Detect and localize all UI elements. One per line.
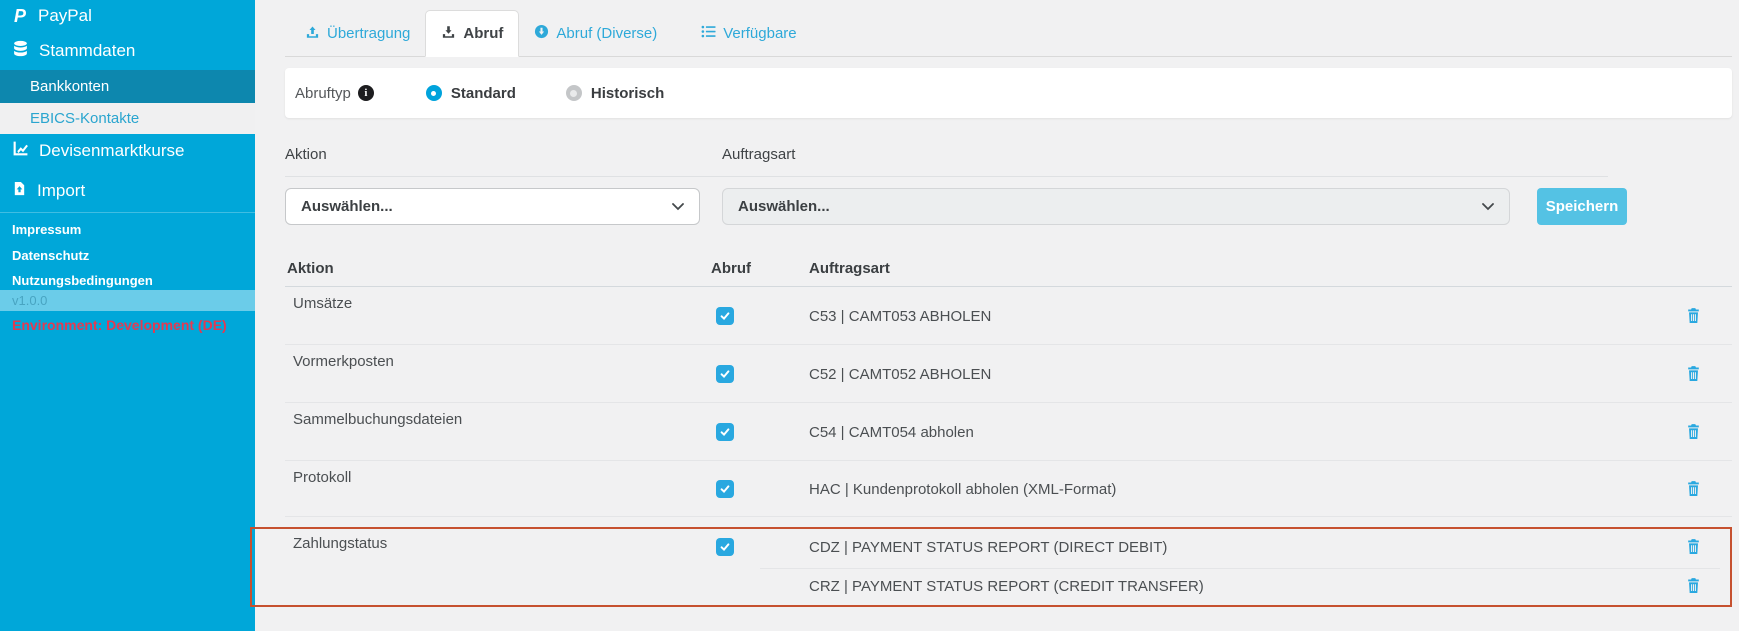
- tab-label: Abruf (Diverse): [556, 25, 657, 42]
- select-value: Auswählen...: [301, 198, 393, 215]
- check-icon: [719, 368, 731, 380]
- table-header: Aktion Abruf Auftragsart: [285, 252, 1732, 287]
- tab-label: Verfügbare: [723, 25, 796, 42]
- radio-historisch[interactable]: Historisch: [566, 85, 664, 102]
- trash-icon[interactable]: [1685, 423, 1702, 440]
- auftragsart-select[interactable]: Auswählen...: [722, 188, 1510, 225]
- section-divider: [285, 176, 1608, 177]
- paypal-icon: P: [12, 7, 28, 25]
- upload-icon: [305, 24, 320, 43]
- aktion-select[interactable]: Auswählen...: [285, 188, 700, 225]
- chart-line-icon: [12, 140, 29, 162]
- abruf-checkbox[interactable]: [716, 423, 734, 441]
- tab-label: Abruf: [463, 25, 503, 42]
- sidebar-item-label: PayPal: [38, 6, 92, 26]
- auftragsart-section-label: Auftragsart: [722, 146, 795, 163]
- abruftyp-card: Abruftyp i Standard Historisch: [285, 68, 1732, 118]
- column-header-aktion: Aktion: [287, 260, 334, 277]
- abruf-checkbox[interactable]: [716, 538, 734, 556]
- trash-icon[interactable]: [1685, 577, 1702, 594]
- sidebar-item-devisenmarktkurse[interactable]: Devisenmarktkurse: [12, 140, 185, 162]
- radio-label: Standard: [451, 85, 516, 102]
- table-row-vormerkposten: Vormerkposten C52 | CAMT052 ABHOLEN: [285, 345, 1732, 403]
- download-icon: [441, 24, 456, 43]
- tab-abruf-diverse[interactable]: Abruf (Diverse): [519, 11, 672, 56]
- version-label: v1.0.0: [12, 293, 47, 308]
- row-aktion-label: Protokoll: [293, 469, 351, 486]
- tab-bar: Übertragung Abruf Abruf (Diverse) Verfüg…: [285, 10, 1732, 57]
- sidebar-item-paypal[interactable]: P PayPal: [12, 6, 92, 26]
- sidebar-item-import[interactable]: Import: [12, 180, 85, 202]
- info-icon[interactable]: i: [358, 85, 374, 101]
- tab-verfuegbare[interactable]: Verfügbare: [686, 11, 811, 56]
- file-import-icon: [12, 180, 27, 202]
- tab-label: Übertragung: [327, 25, 410, 42]
- app-root: P PayPal Stammdaten Bankkonten EBICS-Kon…: [0, 0, 1739, 631]
- sidebar-item-label: Import: [37, 181, 85, 201]
- order-type-text: C54 | CAMT054 abholen: [809, 424, 974, 441]
- trash-icon[interactable]: [1685, 480, 1702, 497]
- select-value: Auswählen...: [738, 198, 830, 215]
- row-aktion-label: Vormerkposten: [293, 353, 394, 370]
- sidebar: P PayPal Stammdaten Bankkonten EBICS-Kon…: [0, 0, 255, 631]
- column-header-abruf: Abruf: [711, 260, 751, 277]
- table-row-zahlungstatus: Zahlungstatus CDZ | PAYMENT STATUS REPOR…: [285, 517, 1732, 607]
- order-type-text: C52 | CAMT052 ABHOLEN: [809, 366, 991, 383]
- order-type-text: C53 | CAMT053 ABHOLEN: [809, 308, 991, 325]
- check-icon: [719, 310, 731, 322]
- circle-down-icon: [534, 24, 549, 43]
- sidebar-link-impressum[interactable]: Impressum: [12, 222, 81, 237]
- sidebar-link-datenschutz[interactable]: Datenschutz: [12, 248, 89, 263]
- sidebar-item-label: Bankkonten: [30, 78, 109, 95]
- radio-unselected-icon[interactable]: [566, 85, 582, 101]
- trash-icon[interactable]: [1685, 365, 1702, 382]
- abruf-checkbox[interactable]: [716, 307, 734, 325]
- order-type-text: HAC | Kundenprotokoll abholen (XML-Forma…: [809, 481, 1116, 498]
- list-icon: [701, 24, 716, 43]
- check-icon: [719, 483, 731, 495]
- database-icon: [12, 40, 29, 62]
- radio-standard[interactable]: Standard: [426, 85, 516, 102]
- abruf-checkbox[interactable]: [716, 365, 734, 383]
- trash-icon[interactable]: [1685, 538, 1702, 555]
- order-type-text: CRZ | PAYMENT STATUS REPORT (CREDIT TRAN…: [809, 578, 1204, 595]
- trash-icon[interactable]: [1685, 307, 1702, 324]
- order-divider: [760, 568, 1720, 569]
- sidebar-item-label: Devisenmarktkurse: [39, 141, 185, 161]
- abruftyp-label: Abruftyp: [295, 85, 351, 102]
- order-type-text: CDZ | PAYMENT STATUS REPORT (DIRECT DEBI…: [809, 539, 1167, 556]
- aktion-section-label: Aktion: [285, 146, 327, 163]
- tab-abruf[interactable]: Abruf: [425, 10, 519, 57]
- chevron-down-icon: [1482, 203, 1494, 211]
- sidebar-item-bankkonten[interactable]: Bankkonten: [0, 70, 255, 103]
- save-button[interactable]: Speichern: [1537, 188, 1627, 225]
- table-row-protokoll: Protokoll HAC | Kundenprotokoll abholen …: [285, 461, 1732, 517]
- sidebar-item-ebics-kontakte[interactable]: EBICS-Kontakte: [0, 103, 255, 134]
- row-aktion-label: Umsätze: [293, 295, 352, 312]
- environment-label: Environment: Development (DE): [12, 317, 227, 333]
- chevron-down-icon: [672, 203, 684, 211]
- radio-label: Historisch: [591, 85, 664, 102]
- row-aktion-label: Zahlungstatus: [293, 535, 387, 552]
- tab-uebertragung[interactable]: Übertragung: [290, 11, 425, 56]
- sidebar-item-label: EBICS-Kontakte: [30, 110, 139, 127]
- sidebar-item-label: Stammdaten: [39, 41, 135, 61]
- main-content: Übertragung Abruf Abruf (Diverse) Verfüg…: [285, 0, 1732, 631]
- abruf-checkbox[interactable]: [716, 480, 734, 498]
- version-band: v1.0.0: [0, 290, 255, 311]
- sidebar-link-nutzungsbedingungen[interactable]: Nutzungsbedingungen: [12, 273, 153, 288]
- row-aktion-label: Sammelbuchungsdateien: [293, 411, 462, 428]
- abruf-table: Aktion Abruf Auftragsart Umsätze C53 | C…: [285, 252, 1732, 607]
- table-row-umsaetze: Umsätze C53 | CAMT053 ABHOLEN: [285, 287, 1732, 345]
- radio-selected-icon[interactable]: [426, 85, 442, 101]
- check-icon: [719, 426, 731, 438]
- check-icon: [719, 541, 731, 553]
- sidebar-divider: [0, 212, 255, 213]
- column-header-auftragsart: Auftragsart: [809, 260, 890, 277]
- table-row-sammelbuchungsdateien: Sammelbuchungsdateien C54 | CAMT054 abho…: [285, 403, 1732, 461]
- sidebar-item-stammdaten[interactable]: Stammdaten: [12, 40, 135, 62]
